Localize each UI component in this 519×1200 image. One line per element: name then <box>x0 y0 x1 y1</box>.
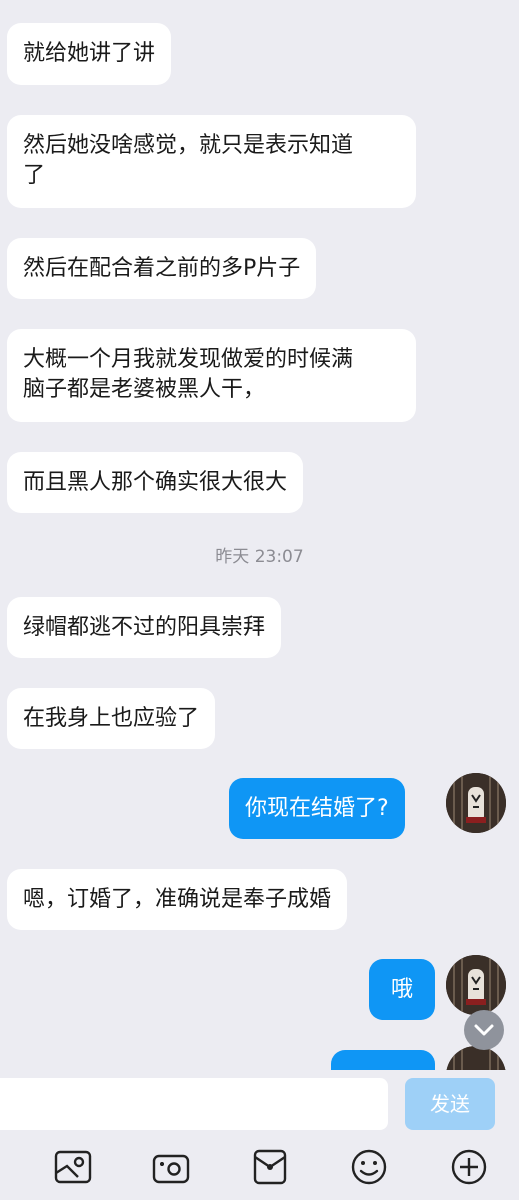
message-bubble-outgoing[interactable] <box>331 1050 435 1070</box>
message-bubble-incoming[interactable]: 而且黑人那个确实很大很大 <box>7 452 304 513</box>
emoji-icon[interactable] <box>349 1147 389 1187</box>
message-input-bar: 发送 <box>0 1070 519 1150</box>
message-input[interactable] <box>0 1078 388 1130</box>
message-bubble-outgoing[interactable]: 你现在结婚了? <box>229 778 405 839</box>
message-bubble-incoming[interactable]: 然后在配合着之前的多P片子 <box>7 238 317 299</box>
avatar[interactable] <box>446 773 506 833</box>
plus-icon[interactable] <box>449 1147 489 1187</box>
image-icon[interactable] <box>53 1147 93 1187</box>
chat-history: 就给她讲了讲 然后她没啥感觉，就只是表示知道 了 然后在配合着之前的多P片子 大… <box>0 0 519 1070</box>
message-timestamp: 昨天 23:07 <box>215 547 304 567</box>
camera-icon[interactable] <box>151 1147 191 1187</box>
message-bubble-incoming[interactable]: 就给她讲了讲 <box>7 23 172 85</box>
red-packet-icon[interactable] <box>250 1147 290 1187</box>
send-button[interactable]: 发送 <box>405 1078 495 1130</box>
message-bubble-incoming[interactable]: 大概一个月我就发现做爱的时候满 脑子都是老婆被黑人干， <box>7 329 416 422</box>
chevron-down-icon <box>474 1024 494 1036</box>
message-bubble-outgoing[interactable]: 哦 <box>369 959 435 1020</box>
message-bubble-incoming[interactable]: 然后她没啥感觉，就只是表示知道 了 <box>7 115 416 208</box>
scroll-to-bottom-button[interactable] <box>464 1010 504 1050</box>
message-bubble-incoming[interactable]: 绿帽都逃不过的阳具崇拜 <box>7 597 282 658</box>
message-bubble-incoming[interactable]: 嗯，订婚了，准确说是奉子成婚 <box>7 869 348 930</box>
avatar[interactable] <box>446 955 506 1015</box>
input-toolbar <box>0 1140 519 1200</box>
message-bubble-incoming[interactable]: 在我身上也应验了 <box>7 688 216 749</box>
